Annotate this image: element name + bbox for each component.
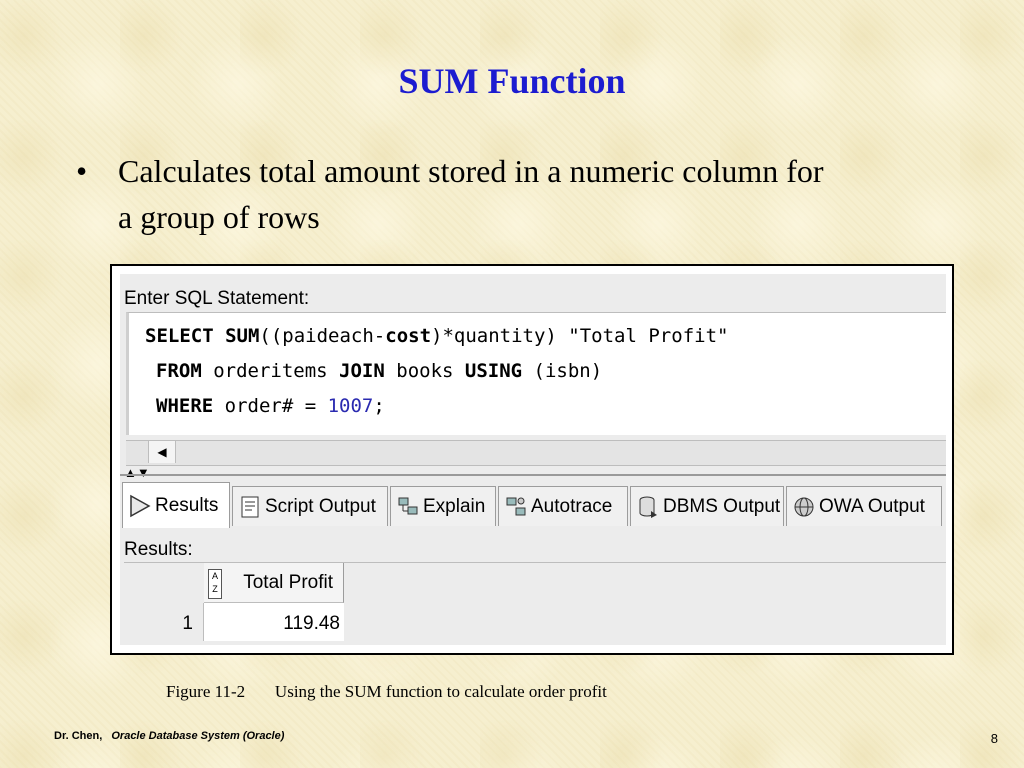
bullet-point: • Calculates total amount stored in a nu… [76, 148, 836, 240]
sql-statement-label: Enter SQL Statement: [124, 288, 310, 309]
sql-developer-screenshot: Enter SQL Statement: SELECT SUM((paideac… [110, 264, 954, 655]
page-number: 8 [990, 731, 998, 746]
bullet-text: Calculates total amount stored in a nume… [118, 153, 824, 235]
tab-label: OWA Output [819, 495, 925, 517]
results-label: Results: [124, 539, 193, 560]
figure-number: Figure 11-2 [166, 682, 246, 701]
tab-explain[interactable]: Explain [390, 486, 496, 526]
sql-line-1: SELECT SUM((paideach-cost)*quantity) "To… [145, 325, 729, 347]
dbms-icon [637, 495, 659, 519]
tab-label: Script Output [265, 495, 376, 517]
results-grid: A Z Total Profit 1 119.48 [124, 562, 946, 645]
slide-title: SUM Function [398, 61, 626, 101]
tab-dbms-output[interactable]: DBMS Output [630, 486, 784, 526]
output-tabs: Results Script Output Explain Autotrace [122, 482, 946, 528]
slide-footer: Dr. Chen, Oracle Database System (Oracle… [54, 730, 284, 742]
horizontal-scrollbar[interactable]: ◀ [126, 440, 946, 466]
autotrace-icon [505, 495, 527, 519]
tab-autotrace[interactable]: Autotrace [498, 486, 628, 526]
grid-corner [124, 563, 205, 603]
sql-line-2: FROM orderitems JOIN books USING (isbn) [156, 360, 603, 382]
footer-author: Dr. Chen, [54, 730, 103, 742]
sql-editor[interactable]: SELECT SUM((paideach-cost)*quantity) "To… [126, 312, 946, 435]
owa-icon [793, 495, 815, 519]
split-toggle-icon[interactable]: ▲▼ [124, 466, 150, 479]
footer-course: Oracle Database System (Oracle) [111, 730, 285, 742]
scroll-left-arrow-icon[interactable]: ◀ [148, 441, 176, 463]
tab-label: DBMS Output [663, 495, 781, 517]
tab-results[interactable]: Results [122, 482, 230, 528]
sort-az-icon[interactable]: A Z [208, 569, 222, 599]
tab-owa-output[interactable]: OWA Output [786, 486, 942, 526]
script-icon [239, 495, 261, 519]
panel-divider[interactable] [120, 474, 946, 476]
figure-caption: Figure 11-2 Using the SUM function to ca… [166, 682, 607, 702]
result-cell[interactable]: 119.48 [204, 603, 344, 641]
bullet-marker: • [76, 153, 88, 189]
column-header-total-profit[interactable]: A Z Total Profit [204, 563, 344, 603]
play-icon [129, 494, 151, 518]
tab-label: Results [155, 494, 219, 516]
tab-label: Autotrace [531, 495, 613, 517]
tab-label: Explain [423, 495, 486, 517]
sql-line-3: WHERE order# = 1007; [156, 395, 385, 417]
row-number: 1 [124, 603, 204, 641]
column-header-label: Total Profit [243, 572, 333, 593]
figure-description: Using the SUM function to calculate orde… [274, 682, 607, 701]
tab-script-output[interactable]: Script Output [232, 486, 388, 526]
explain-icon [397, 495, 419, 519]
